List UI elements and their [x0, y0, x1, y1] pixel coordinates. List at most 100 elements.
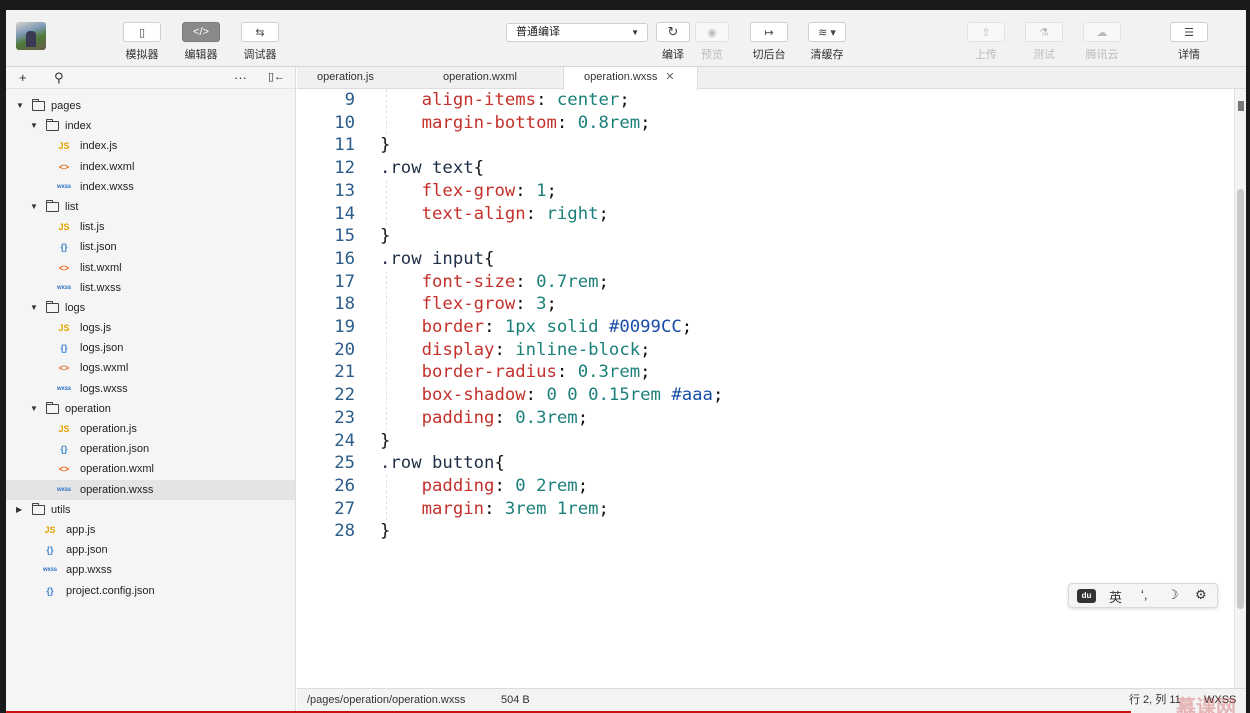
folder-item[interactable]: ▶ utils — [6, 500, 295, 520]
line-number: 15 — [334, 226, 355, 247]
code-token: { — [494, 453, 505, 474]
file-item[interactable]: <> logs.wxml — [6, 358, 295, 378]
close-icon[interactable]: ✕ — [665, 71, 674, 83]
chevron-down-icon[interactable]: ▼ — [30, 298, 38, 318]
code-line[interactable]: 10 margin-bottom: 0.8rem; — [297, 112, 1227, 135]
code-line[interactable]: 24} — [297, 430, 1227, 453]
code-token: ; — [640, 362, 651, 383]
add-icon[interactable]: + — [19, 70, 27, 85]
code-token: padding — [421, 407, 495, 428]
chevron-down-icon[interactable]: ▼ — [30, 399, 38, 419]
gear-icon[interactable]: ⚙ — [1195, 587, 1207, 603]
file-name: app.json — [66, 544, 108, 557]
line-text: .row button{ — [380, 452, 505, 475]
js-file-icon: JS — [58, 424, 70, 434]
file-item[interactable]: <> index.wxml — [6, 157, 295, 177]
file-item[interactable]: wxss list.wxss — [6, 278, 295, 298]
cursor-position[interactable]: 行 2, 列 11 — [1129, 689, 1181, 712]
code-editor: operation.js operation.wxml operation.wx… — [297, 67, 1246, 713]
code-token: { — [484, 248, 495, 269]
more-icon[interactable]: ··· — [234, 70, 247, 85]
ime-punctuation-icon[interactable]: ‘, — [1141, 587, 1148, 602]
file-item[interactable]: wxss app.wxss — [6, 560, 295, 580]
preview-button[interactable]: ◉ 预览 — [692, 22, 732, 62]
file-item[interactable]: <> list.wxml — [6, 258, 295, 278]
clear-cache-button[interactable]: ≋ ▾ 清缓存 — [807, 22, 847, 62]
file-item[interactable]: wxss operation.wxss — [6, 479, 295, 500]
cloud-button[interactable]: ☁ 腾讯云 — [1082, 22, 1122, 62]
upload-button[interactable]: ⇧ 上传 — [966, 22, 1006, 62]
chevron-down-icon: ▼ — [631, 28, 639, 37]
chevron-down-icon[interactable]: ▼ — [30, 116, 38, 136]
ime-language[interactable]: 英 — [1109, 587, 1122, 606]
simulator-button[interactable]: ▯ 模拟器 — [122, 22, 162, 62]
code-line[interactable]: 15} — [297, 225, 1227, 248]
wxml-file-icon: <> — [58, 262, 70, 273]
code-line[interactable]: 20 display: inline-block; — [297, 339, 1227, 362]
folder-item[interactable]: ▼ index — [6, 116, 295, 136]
tab-operation-js[interactable]: operation.js — [297, 67, 423, 89]
collapse-panel-icon[interactable]: ▯← — [268, 70, 285, 83]
folder-item[interactable]: ▼ pages — [6, 96, 295, 116]
file-item[interactable]: {} list.json — [6, 237, 295, 257]
file-name: logs.wxss — [80, 382, 128, 395]
file-item[interactable]: {} logs.json — [6, 338, 295, 358]
code-line[interactable]: 16 .row input{ — [297, 248, 1227, 271]
ime-toolbar[interactable]: du 英 ‘, ☽ ⚙ — [1068, 583, 1218, 608]
code-line[interactable]: 27 margin: 3rem 1rem; — [297, 498, 1227, 521]
code-line[interactable]: 9 align-items: center; — [297, 89, 1227, 112]
chevron-right-icon[interactable]: ▶ — [16, 500, 22, 520]
code-line[interactable]: 18 flex-grow: 3; — [297, 293, 1227, 316]
code-line[interactable]: 13 flex-grow: 1; — [297, 180, 1227, 203]
code-line[interactable]: 22 box-shadow: 0 0 0.15rem #aaa; — [297, 384, 1227, 407]
file-item[interactable]: wxss logs.wxss — [6, 379, 295, 399]
chevron-down-icon[interactable]: ▼ — [30, 197, 38, 217]
details-label: 详情 — [1178, 49, 1200, 61]
file-item[interactable]: <> operation.wxml — [6, 459, 295, 479]
file-item[interactable]: {} operation.json — [6, 439, 295, 459]
debugger-button[interactable]: ⇆ 调试器 — [240, 22, 280, 62]
tab-operation-wxss[interactable]: operation.wxss ✕ — [563, 67, 698, 90]
code-line[interactable]: 12 .row text{ — [297, 157, 1227, 180]
refresh-icon: ↻ — [656, 22, 690, 42]
avatar[interactable] — [16, 22, 46, 50]
file-item[interactable]: JS index.js — [6, 136, 295, 156]
file-item[interactable]: {} app.json — [6, 540, 295, 560]
code-line[interactable]: 25 .row button{ — [297, 452, 1227, 475]
folder-item[interactable]: ▼ operation — [6, 399, 295, 419]
compile-mode-select[interactable]: 普通编译 ▼ — [506, 23, 648, 42]
compile-button[interactable]: ↻ 编译 — [653, 22, 693, 62]
file-item[interactable]: JS operation.js — [6, 419, 295, 439]
code-token: ; — [598, 271, 609, 292]
details-button[interactable]: ☰ 详情 — [1169, 22, 1209, 62]
code-line[interactable]: 21 border-radius: 0.3rem; — [297, 361, 1227, 384]
tab-operation-wxml[interactable]: operation.wxml — [423, 67, 563, 89]
explorer-toolbar: + ⚲ ··· ▯← — [6, 67, 295, 89]
moon-icon[interactable]: ☽ — [1167, 587, 1179, 603]
scrollbar-thumb[interactable] — [1237, 189, 1244, 609]
code-token: flex-grow — [421, 294, 516, 315]
code-line[interactable]: 11} — [297, 134, 1227, 157]
background-button[interactable]: ↦ 切后台 — [749, 22, 789, 62]
test-button[interactable]: ⚗ 测试 — [1024, 22, 1064, 62]
folder-item[interactable]: ▼ logs — [6, 298, 295, 318]
file-name: app.wxss — [66, 564, 112, 577]
folder-item[interactable]: ▼ list — [6, 197, 295, 217]
code-line[interactable]: 14 text-align: right; — [297, 203, 1227, 226]
file-item[interactable]: JS app.js — [6, 520, 295, 540]
vertical-scrollbar[interactable] — [1234, 89, 1246, 689]
code-line[interactable]: 26 padding: 0 2rem; — [297, 475, 1227, 498]
editor-button[interactable]: </> 编辑器 — [181, 22, 221, 62]
search-icon[interactable]: ⚲ — [54, 70, 64, 86]
file-item[interactable]: JS list.js — [6, 217, 295, 237]
code-line[interactable]: 17 font-size: 0.7rem; — [297, 271, 1227, 294]
file-item[interactable]: JS logs.js — [6, 318, 295, 338]
code-line[interactable]: 23 padding: 0.3rem; — [297, 407, 1227, 430]
code-line[interactable]: 19 border: 1px solid #0099CC; — [297, 316, 1227, 339]
code-line[interactable]: 28} — [297, 520, 1227, 543]
file-item[interactable]: {} project.config.json — [6, 581, 295, 601]
chevron-down-icon[interactable]: ▼ — [16, 96, 24, 116]
file-item[interactable]: wxss index.wxss — [6, 177, 295, 197]
